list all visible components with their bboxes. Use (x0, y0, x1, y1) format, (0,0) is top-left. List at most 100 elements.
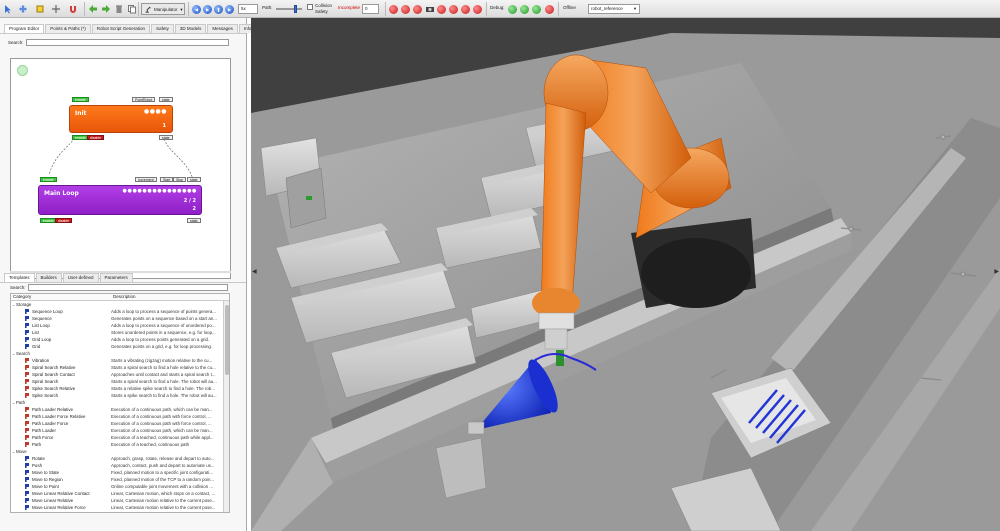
tree-item-row[interactable]: Spiral Search Relative Starts a spiral se… (11, 364, 229, 371)
reference-select[interactable]: robot_reference ▼ (588, 4, 640, 14)
tree-group-row[interactable]: ⌄ Storage (11, 301, 229, 308)
tree-item-row[interactable]: Grid Loop Adds a loop to process points g… (11, 336, 229, 343)
path-slider[interactable] (276, 5, 302, 13)
tree-item-row[interactable]: Path Execution of a teached, continuous p… (11, 441, 229, 448)
tree-item-row[interactable]: Vibration Starts a vibrating (zigzag) mot… (11, 357, 229, 364)
tree-item-row[interactable]: Move Linear Relative Linear, Cartesian mo… (11, 497, 229, 504)
path-slider-handle[interactable] (294, 5, 297, 13)
cursor-tool-icon[interactable] (51, 3, 61, 15)
tree-group-row[interactable]: ⌄ Move (11, 448, 229, 455)
reference-value: robot_reference (591, 6, 623, 11)
debug-run-button[interactable] (508, 3, 517, 15)
select-tool-icon[interactable] (3, 3, 13, 15)
tree-item-row[interactable]: Rotate Approach, grasp, rotate, release a… (11, 455, 229, 462)
tree-group-row[interactable]: ⌄ Path (11, 399, 229, 406)
frame-tool-icon[interactable] (35, 3, 45, 15)
tree-item-row[interactable]: Grid Generates points on a grid, e.g. for… (11, 343, 229, 350)
init-node[interactable]: Init ●●●● 1 (69, 105, 173, 133)
move-tool-icon[interactable] (18, 3, 28, 15)
tree-item-row[interactable]: List Stores unordered points in a sequenc… (11, 329, 229, 336)
tree-item-row[interactable]: Path Loader Force Execution of a continuo… (11, 420, 229, 427)
tab-user-defined[interactable]: User-defined (62, 273, 99, 282)
tree-item-row[interactable]: Spike Search Starts a spike search to fin… (11, 392, 229, 399)
status-spinbox[interactable]: 0 (362, 4, 379, 14)
tree-item-row[interactable]: Spike Search Relative Starts a relative s… (11, 385, 229, 392)
debug-continue-button[interactable] (532, 3, 541, 15)
main-stop-button[interactable]: Stop (173, 177, 187, 182)
viewport-right-arrow-icon[interactable]: ▶ (994, 268, 999, 275)
record-button-1[interactable] (389, 3, 398, 15)
tab-builders[interactable]: Builders (35, 273, 62, 282)
tree-item-row[interactable]: Path Loader Execution of a continuous pat… (11, 427, 229, 434)
tree-item-row[interactable]: Path Loader Relative Execution of a conti… (11, 406, 229, 413)
main-bottom-state[interactable]: state (187, 218, 201, 223)
record-button-6[interactable] (461, 3, 470, 15)
init-side-state-button[interactable]: state (159, 135, 173, 140)
init-state-button[interactable]: state (159, 97, 173, 102)
main-start-button[interactable]: Start (160, 177, 174, 182)
program-graph-canvas[interactable]: enable PointRobot state Init ●●●● 1 stat… (10, 58, 231, 279)
manipulator-dropdown[interactable]: Manipulator ▼ (141, 3, 185, 15)
main-loop-node[interactable]: Main Loop ●●●●●●●●●●●●●●● 2 / 2 2 (38, 185, 202, 215)
tree-item-row[interactable]: Path Force Execution of a teached, contin… (11, 434, 229, 441)
column-description-header[interactable]: Description (111, 294, 136, 300)
template-flag-icon (25, 414, 29, 419)
undo-icon[interactable] (88, 3, 98, 15)
speed-select[interactable]: 5x (238, 4, 258, 14)
tab-messages[interactable]: Messages (207, 24, 238, 33)
tree-group-row[interactable]: ⌄ Search (11, 350, 229, 357)
record-button-3[interactable] (413, 3, 422, 15)
tree-scrollbar[interactable] (223, 301, 229, 512)
tree-item-row[interactable]: Move to State Fixed, planned motion to a … (11, 469, 229, 476)
magnet-tool-icon[interactable] (68, 3, 78, 15)
tree-item-row[interactable]: Push Approach, contact, push and depart t… (11, 462, 229, 469)
record-button-7[interactable] (473, 3, 482, 15)
record-button-2[interactable] (401, 3, 410, 15)
redo-icon[interactable] (101, 3, 111, 15)
record-button-4[interactable] (437, 3, 446, 15)
step-forward-button[interactable]: ▶ (225, 3, 234, 15)
tree-item-row[interactable]: Move to Region Fixed, planned motion of t… (11, 476, 229, 483)
main-increment-button[interactable]: Increment (135, 177, 157, 182)
tab-3d-models[interactable]: 3D Models (174, 24, 207, 33)
record-button-5[interactable] (449, 3, 458, 15)
init-enable-tag[interactable]: enable (72, 97, 89, 102)
pause-button[interactable]: ❚ (214, 3, 223, 15)
collision-checkbox[interactable] (307, 4, 313, 10)
tree-row-description: Fixed, planned motion to a specific join… (111, 470, 214, 475)
tree-scrollbar-thumb[interactable] (225, 305, 229, 375)
tab-robot-script[interactable]: Robot Script Generation (91, 24, 151, 33)
tree-item-row[interactable]: Move to Point Online computable joint mov… (11, 483, 229, 490)
tab-points-paths[interactable]: Points & Paths (*) (45, 24, 91, 33)
viewport-left-arrow-icon[interactable]: ◀ (252, 268, 257, 275)
tab-parameters[interactable]: Parameters (99, 273, 133, 282)
tree-item-row[interactable]: Sequence Generates points on a sequence b… (11, 315, 229, 322)
step-back-button[interactable]: ◀ (192, 3, 201, 15)
tree-row-description: Starts a spike search to find a hole. Th… (111, 393, 217, 398)
tab-safety[interactable]: Safety (151, 24, 174, 33)
camera-icon[interactable] (425, 3, 435, 15)
3d-viewport[interactable]: ◀ ▶ (251, 18, 1000, 531)
tree-item-row[interactable]: Move Linear Relative Contact Linear, Cart… (11, 490, 229, 497)
play-button[interactable]: ▶ (203, 3, 212, 15)
tree-item-row[interactable]: Spiral Search Starts a spiral search to f… (11, 378, 229, 385)
template-search-input[interactable] (27, 284, 228, 291)
tree-item-row[interactable]: Sequence Loop Adds a loop to process a se… (11, 308, 229, 315)
debug-stop-button[interactable] (545, 3, 554, 15)
tree-item-row[interactable]: Path Loader Force Relative Execution of a… (11, 413, 229, 420)
main-enable-tag[interactable]: enable (40, 177, 57, 182)
tab-program-editor[interactable]: Program Editor (4, 24, 45, 33)
delete-icon[interactable] (114, 3, 124, 15)
column-category-header[interactable]: Category (11, 294, 111, 300)
main-bottom-disable[interactable]: disable (55, 218, 73, 223)
program-search-input[interactable] (25, 39, 229, 46)
tree-item-row[interactable]: Move Linear Relative Force Linear, Cartes… (11, 504, 229, 511)
main-state-button[interactable]: state (187, 177, 201, 182)
init-disable-output[interactable]: disable (87, 135, 105, 140)
tree-item-row[interactable]: Spiral Search Contact Approaches until co… (11, 371, 229, 378)
tab-templates[interactable]: Templates (4, 273, 35, 282)
tree-item-row[interactable]: Move Linear Rotation Relative Move a line… (11, 511, 229, 512)
tree-item-row[interactable]: List Loop Adds a loop to process a sequen… (11, 322, 229, 329)
debug-step-button[interactable] (520, 3, 529, 15)
copy-icon[interactable] (127, 3, 137, 15)
